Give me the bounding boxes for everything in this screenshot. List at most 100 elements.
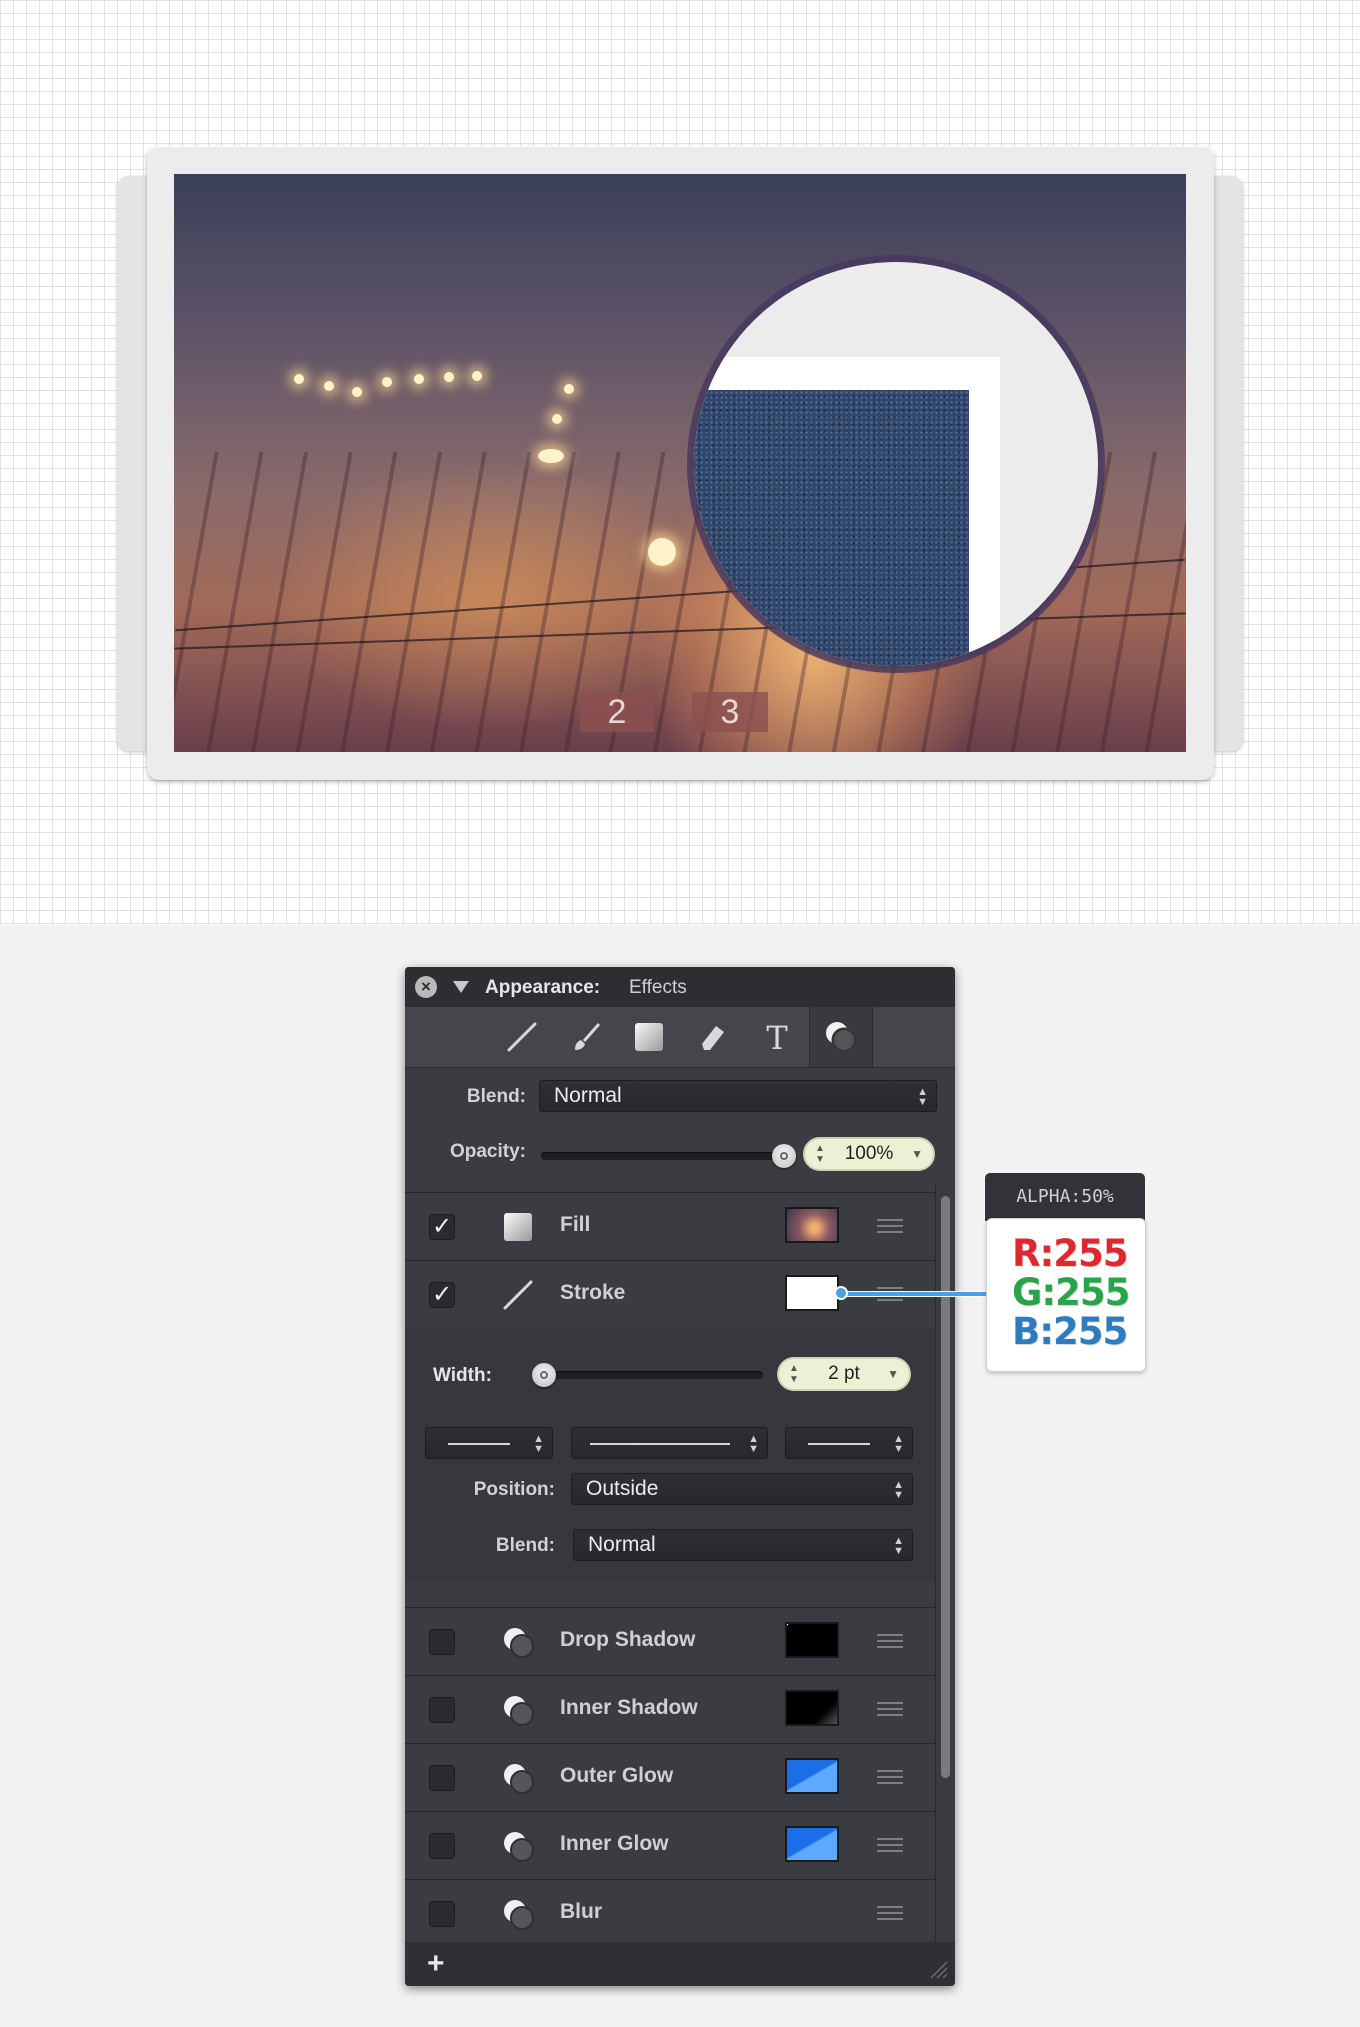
panel-footer: + xyxy=(405,1942,955,1986)
opacity-label: Opacity: xyxy=(449,1141,526,1162)
line-join-select[interactable]: ▲ ▼ xyxy=(785,1427,913,1459)
drag-handle-icon[interactable] xyxy=(877,1634,903,1648)
alpha-readout: ALPHA:50% xyxy=(985,1173,1145,1221)
stroke-line-icon xyxy=(501,1278,535,1312)
stepper-arrows-icon[interactable]: ▲ ▼ xyxy=(815,1143,825,1165)
add-effect-button[interactable]: + xyxy=(427,1947,445,1981)
effect-circles-icon xyxy=(501,1761,535,1795)
photo-lamp xyxy=(414,374,424,384)
disclosure-triangle-icon[interactable] xyxy=(453,981,469,993)
panel-toolbar: T xyxy=(405,1007,955,1068)
artboard-canvas: 2 3 xyxy=(0,0,1360,925)
inner-shadow-checkbox[interactable] xyxy=(429,1697,455,1723)
drop-shadow-label: Drop Shadow xyxy=(560,1628,696,1651)
fill-image-swatch[interactable] xyxy=(785,1207,839,1243)
line-cap-select[interactable]: ▲ ▼ xyxy=(425,1427,553,1459)
width-stepper[interactable]: ▲ ▼ 2 pt ▼ xyxy=(777,1357,911,1391)
opacity-slider-track[interactable] xyxy=(541,1152,785,1160)
callout-connector xyxy=(844,1291,988,1297)
drag-handle-icon[interactable] xyxy=(877,1219,903,1233)
outer-glow-label: Outer Glow xyxy=(560,1764,674,1787)
line-style-preview xyxy=(590,1443,730,1445)
drag-handle-icon[interactable] xyxy=(877,1770,903,1784)
stroke-label: Stroke xyxy=(560,1281,626,1304)
brush-tool-icon[interactable] xyxy=(555,1007,617,1067)
stroke-position-value: Outside xyxy=(586,1477,659,1500)
inner-shadow-label: Inner Shadow xyxy=(560,1696,698,1719)
panel-title: Appearance: xyxy=(485,977,601,998)
line-tool-icon[interactable] xyxy=(491,1007,553,1067)
photo-lamp xyxy=(352,387,362,397)
opacity-slider-knob[interactable] xyxy=(772,1144,796,1168)
effect-circles-icon xyxy=(501,1693,535,1727)
width-value: 2 pt xyxy=(828,1363,860,1384)
width-slider-knob[interactable] xyxy=(532,1363,556,1387)
effect-circles-icon xyxy=(501,1829,535,1863)
effects-tool-icon[interactable] xyxy=(809,1007,873,1067)
inner-glow-checkbox[interactable] xyxy=(429,1833,455,1859)
blur-row[interactable]: Blur xyxy=(405,1880,935,1947)
scrollbar-thumb[interactable] xyxy=(941,1196,950,1778)
fill-row[interactable]: ✓ Fill xyxy=(405,1193,935,1260)
outer-glow-swatch[interactable] xyxy=(785,1758,839,1794)
fill-label: Fill xyxy=(560,1213,591,1236)
stroke-blend-select[interactable]: Normal ▲ ▼ xyxy=(573,1529,913,1561)
green-value: G:255 xyxy=(1012,1271,1130,1314)
blur-checkbox[interactable] xyxy=(429,1901,455,1927)
platform-sign-3: 3 xyxy=(692,692,768,732)
chevron-down-icon[interactable]: ▼ xyxy=(911,1139,923,1169)
photo-lamp xyxy=(324,381,334,391)
blend-mode-select[interactable]: Normal ▲ ▼ xyxy=(539,1080,937,1112)
square-fill-tool-icon[interactable] xyxy=(618,1007,680,1067)
inner-glow-label: Inner Glow xyxy=(560,1832,669,1855)
red-value: R:255 xyxy=(1012,1232,1129,1275)
photo-lamp xyxy=(564,384,574,394)
inner-shadow-swatch[interactable] xyxy=(785,1690,839,1726)
outer-glow-row[interactable]: Outer Glow xyxy=(405,1744,935,1811)
appearance-panel: × Appearance: Effects T Blend: Normal ▲ ▼… xyxy=(405,967,955,1986)
photo-lamp xyxy=(444,372,454,382)
callout-connector-dot xyxy=(834,1286,848,1300)
width-label: Width: xyxy=(433,1365,492,1386)
resize-grip-icon[interactable] xyxy=(927,1958,949,1980)
blue-value: B:255 xyxy=(1012,1310,1128,1353)
drop-shadow-row[interactable]: Drop Shadow xyxy=(405,1608,935,1675)
stroke-color-swatch[interactable] xyxy=(785,1275,839,1311)
stroke-position-select[interactable]: Outside ▲ ▼ xyxy=(571,1473,913,1505)
select-arrows-icon: ▲ ▼ xyxy=(893,1433,904,1455)
photo-lamp xyxy=(472,371,482,381)
stepper-arrows-icon[interactable]: ▲ ▼ xyxy=(789,1363,799,1385)
drag-handle-icon[interactable] xyxy=(877,1906,903,1920)
drag-handle-icon[interactable] xyxy=(877,1702,903,1716)
svg-text:T: T xyxy=(766,1020,788,1054)
photo-lamp xyxy=(382,377,392,387)
drop-shadow-swatch[interactable] xyxy=(785,1622,839,1658)
blur-label: Blur xyxy=(560,1900,602,1923)
rgb-readout: R:255 G:255 B:255 xyxy=(986,1218,1146,1372)
photo-lamp xyxy=(552,414,562,424)
opacity-stepper[interactable]: ▲ ▼ 100% ▼ xyxy=(803,1137,935,1171)
stroke-checkbox[interactable]: ✓ xyxy=(429,1282,455,1308)
chevron-down-icon[interactable]: ▼ xyxy=(887,1359,899,1389)
drag-handle-icon[interactable] xyxy=(877,1838,903,1852)
eraser-tool-icon[interactable] xyxy=(682,1007,744,1067)
select-arrows-icon: ▲ ▼ xyxy=(893,1479,904,1501)
platform-sign-2: 2 xyxy=(580,692,654,732)
photo-lamp xyxy=(538,449,564,463)
opacity-value: 100% xyxy=(844,1143,894,1164)
photo-lamp xyxy=(648,538,676,566)
text-tool-icon[interactable]: T xyxy=(746,1007,808,1067)
inner-glow-swatch[interactable] xyxy=(785,1826,839,1862)
drop-shadow-checkbox[interactable] xyxy=(429,1629,455,1655)
panel-titlebar: × Appearance: Effects xyxy=(405,967,955,1007)
panel-scrollbar[interactable] xyxy=(935,1184,955,1942)
fill-checkbox[interactable]: ✓ xyxy=(429,1214,455,1240)
width-slider-track[interactable] xyxy=(537,1371,763,1379)
inner-shadow-row[interactable]: Inner Shadow xyxy=(405,1676,935,1743)
close-icon[interactable]: × xyxy=(415,976,437,998)
dash-pattern-select[interactable]: ▲ ▼ xyxy=(571,1427,768,1459)
stroke-blend-label: Blend: xyxy=(495,1535,555,1556)
select-arrows-icon: ▲ ▼ xyxy=(748,1433,759,1455)
inner-glow-row[interactable]: Inner Glow xyxy=(405,1812,935,1879)
outer-glow-checkbox[interactable] xyxy=(429,1765,455,1791)
